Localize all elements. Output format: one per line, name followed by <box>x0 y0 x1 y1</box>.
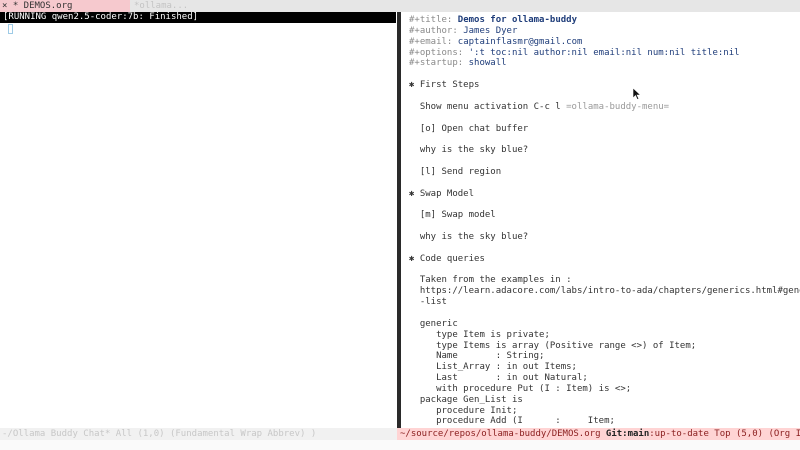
buffer-line: #+options: ':t toc:nil author:nil email:… <box>409 48 740 59</box>
buffer-line: type Items is array (Positive range <>) … <box>409 341 696 352</box>
line-text: List_Array : in out Items; <box>409 362 577 373</box>
line-text: type Item is private; <box>409 329 550 340</box>
line-text: type Items is array (Positive range <>) … <box>409 340 697 351</box>
line-text: ✱ Code queries <box>409 253 485 264</box>
line-text: https://learn.adacore.com/labs/intro-to-… <box>409 286 800 297</box>
tab-ollama-chat[interactable]: *ollama... <box>134 0 254 12</box>
org-keyword: #+startup: <box>409 58 469 69</box>
buffer-line: -list <box>409 297 447 308</box>
line-text: -list <box>409 297 447 308</box>
org-keyword: #+options: <box>409 47 469 58</box>
buffer-line: List_Array : in out Items; <box>409 362 577 373</box>
org-keyword-value: showall <box>468 58 507 69</box>
buffer-line: [l] Send region <box>409 167 501 178</box>
buffer-line: https://learn.adacore.com/labs/intro-to-… <box>409 286 800 297</box>
org-keyword: #+author: <box>409 25 464 36</box>
line-text: package Gen_List is <box>409 394 523 405</box>
org-keyword-value: Demos for ollama-buddy <box>457 15 577 25</box>
tab-demos-org[interactable]: × * DEMOS.org <box>0 0 130 12</box>
buffer-line: Taken from the examples in : <box>409 275 572 286</box>
buffer-line: Last : in out Natural; <box>409 373 588 384</box>
buffer-line: with procedure Put (I : Item) is <>; <box>409 384 631 395</box>
buffer-line: #+title: Demos for ollama-buddy <box>409 15 577 26</box>
org-keyword-value: James Dyer <box>463 25 518 36</box>
line-text: ✱ First Steps <box>409 80 480 91</box>
org-heading: ✱ Code queries <box>409 254 485 265</box>
buffer-line: #+email: captainflasmr@gmail.com <box>409 37 582 48</box>
line-text: [o] Open chat buffer <box>409 123 529 134</box>
buffer-line: #+startup: showall <box>409 58 507 69</box>
org-verbatim: =ollama-buddy-menu= <box>566 101 670 112</box>
chat-status-header: [RUNNING qwen2.5-coder:7b: Finished] <box>0 12 396 23</box>
chat-window[interactable]: [RUNNING qwen2.5-coder:7b: Finished] <box>0 12 396 428</box>
line-text: Name : String; <box>409 351 545 362</box>
buffer-line: Name : String; <box>409 351 544 362</box>
org-buffer-window[interactable]: #+title: Demos for ollama-buddy #+author:… <box>401 12 800 428</box>
echo-area <box>0 440 800 450</box>
mouse-pointer-icon <box>633 88 641 100</box>
org-keyword: #+email: <box>409 36 458 47</box>
org-heading: ✱ Swap Model <box>409 189 474 200</box>
line-text: procedure Init; <box>409 405 518 416</box>
line-text: why is the sky blue? <box>409 145 529 156</box>
line-text: ✱ Swap Model <box>409 188 475 199</box>
modeline-org: ~/source/repos/ollama-buddy/DEMOS.org Gi… <box>397 428 800 440</box>
modeline-status: :up-to-date Top (5,0) (Org In <box>649 429 800 439</box>
line-text: [m] Swap model <box>409 210 496 221</box>
org-keyword-value: captainflasmr@gmail.com <box>457 36 583 47</box>
buffer-line: procedure Add (I : Item; <box>409 416 615 427</box>
buffer-line: package Gen_List is <box>409 395 523 406</box>
buffer-line: generic <box>409 319 458 330</box>
modeline-chat: -/Ollama Buddy Chat* All (1,0) (Fundamen… <box>0 428 397 440</box>
line-text: Show menu activation C-c l <box>409 101 567 112</box>
buffer-line: procedure Init; <box>409 406 517 417</box>
line-text: Last : in out Natural; <box>409 373 588 384</box>
line-text: generic <box>409 318 458 329</box>
line-text: why is the sky blue? <box>409 232 529 242</box>
buffer-line: why is the sky blue? <box>409 145 528 156</box>
buffer-line: Show menu activation C-c l =ollama-buddy… <box>409 102 669 113</box>
buffer-line: [o] Open chat buffer <box>409 124 528 135</box>
buffer-line: #+author: James Dyer <box>409 26 517 37</box>
buffer-line: [m] Swap model <box>409 210 496 221</box>
buffer-line: type Item is private; <box>409 330 550 341</box>
buffer-line: why is the sky blue? <box>409 232 528 243</box>
org-keyword: #+title: <box>409 15 458 25</box>
text-cursor <box>8 24 13 34</box>
line-text: procedure Add (I : Item; <box>409 416 615 427</box>
line-text: Taken from the examples in : <box>409 275 572 286</box>
modeline-git-branch: Git:main <box>605 429 650 439</box>
modeline-path: ~/source/repos/ollama-buddy/DEMOS.org <box>400 429 606 439</box>
line-text: with procedure Put (I : Item) is <>; <box>409 383 632 394</box>
org-keyword-value: ':t toc:nil author:nil email:nil num:nil… <box>468 47 740 58</box>
tab-bar: × * DEMOS.org *ollama... <box>0 0 800 12</box>
line-text: [l] Send region <box>409 166 502 177</box>
org-heading: ✱ First Steps <box>409 80 479 91</box>
